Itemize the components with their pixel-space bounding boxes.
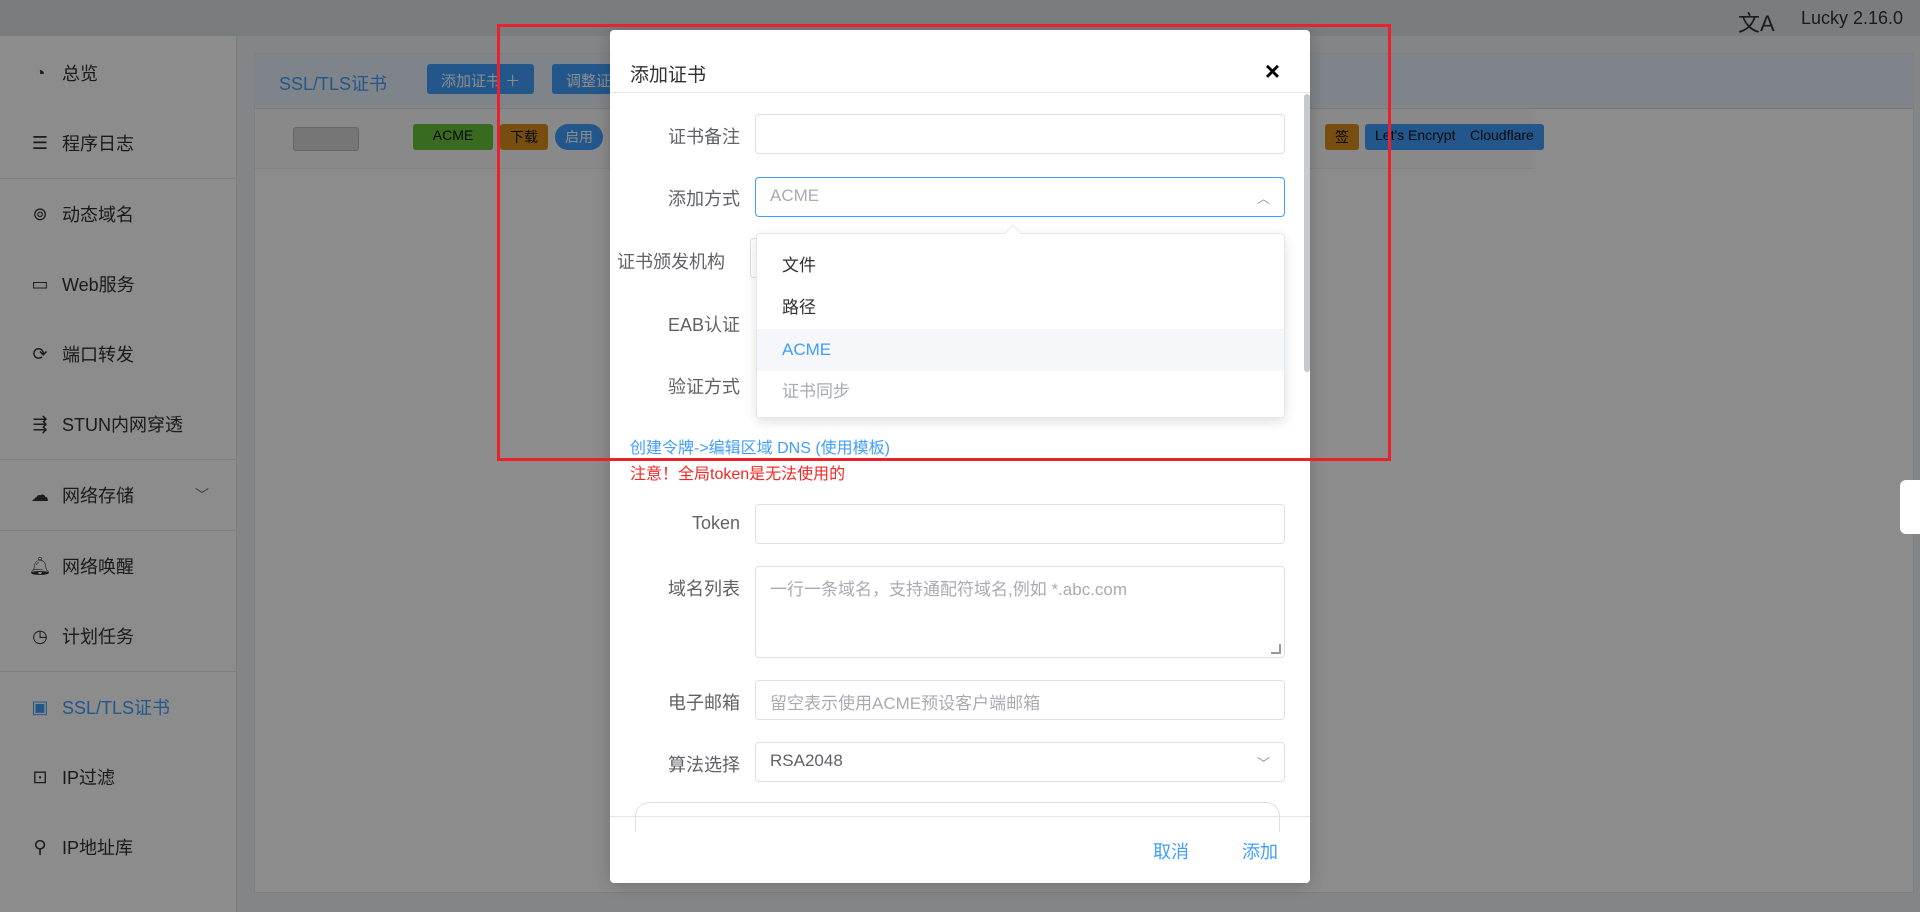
email-input[interactable]: 留空表示使用ACME预设客户端邮箱: [755, 680, 1285, 720]
cancel-button[interactable]: 取消: [1153, 838, 1189, 864]
domains-label: 域名列表: [668, 579, 740, 599]
side-handle[interactable]: [1900, 480, 1920, 534]
domains-placeholder: 一行一条域名，支持通配符域名,例如 *.abc.com: [770, 580, 1128, 599]
submit-button[interactable]: 添加: [1242, 838, 1278, 864]
domains-textarea[interactable]: 一行一条域名，支持通配符域名,例如 *.abc.com: [755, 566, 1285, 658]
chevron-down-icon: ﹀: [1256, 756, 1270, 771]
algorithm-select-value: RSA2048: [770, 751, 843, 770]
token-warning: 注意！全局token是无法使用的: [630, 466, 846, 483]
resize-handle[interactable]: [1271, 644, 1281, 654]
token-input[interactable]: [755, 504, 1285, 544]
highlight-box: [497, 24, 1391, 461]
algorithm-select[interactable]: RSA2048 ﹀: [755, 742, 1285, 782]
token-label: Token: [691, 513, 740, 533]
divider: [610, 816, 1310, 817]
algorithm-label: 算法选择: [668, 755, 740, 775]
email-placeholder: 留空表示使用ACME预设客户端邮箱: [770, 694, 1041, 713]
email-label: 电子邮箱: [668, 693, 740, 713]
partial-section: [635, 802, 1280, 832]
